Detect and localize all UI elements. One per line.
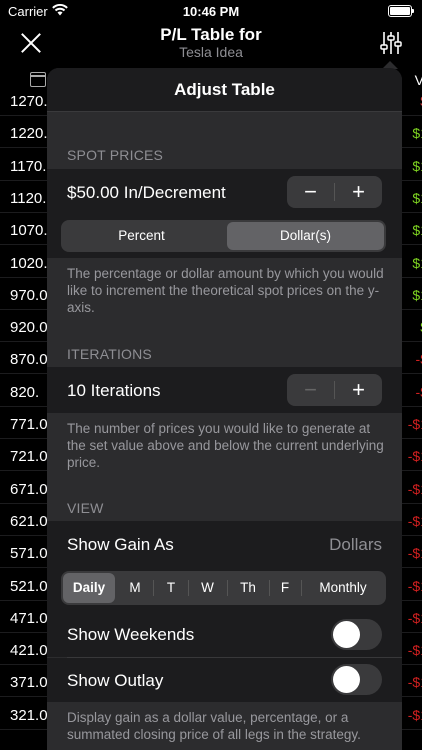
iterations-decrement-button[interactable]: − — [287, 374, 334, 406]
row-price: 421.0 — [10, 642, 48, 660]
row-price: 471.0 — [10, 609, 48, 627]
row-pl: $1 — [412, 125, 422, 142]
row-pl: -$1 — [407, 480, 422, 497]
row-price: 671.0 — [10, 480, 48, 498]
period-wednesday[interactable]: W — [191, 573, 224, 603]
row-price: 920.0 — [10, 319, 48, 337]
status-time: 10:46 PM — [182, 4, 240, 19]
increment-row: $50.00 In/Decrement − + — [47, 169, 402, 216]
row-pl: -$1 — [407, 448, 422, 465]
percent-option[interactable]: Percent — [63, 222, 220, 250]
row-pl: -$1 — [407, 512, 422, 529]
show-weekends-row: Show Weekends — [47, 612, 402, 657]
view-hint: Display gain as a dollar value, percenta… — [67, 710, 361, 742]
spot-prices-hint: The percentage or dollar amount by which… — [67, 266, 384, 315]
panel-title: Adjust Table — [47, 68, 402, 112]
row-pl: -$1 — [407, 674, 422, 691]
row-pl: -$ — [415, 383, 422, 400]
nav-bar: P/L Table for Tesla Idea — [0, 22, 422, 66]
unit-segment-row: Percent Dollar(s) — [47, 216, 402, 258]
row-price: 870.0 — [10, 351, 48, 369]
show-weekends-toggle[interactable] — [331, 619, 382, 650]
period-friday[interactable]: F — [271, 573, 299, 603]
dollars-option[interactable]: Dollar(s) — [227, 222, 384, 250]
increment-button[interactable]: + — [335, 176, 382, 208]
row-price: 1170. — [10, 157, 47, 175]
row-price: 1220. — [10, 125, 48, 143]
row-price: 1270. — [10, 93, 48, 110]
row-price: 1020. — [10, 254, 48, 272]
iterations-heading: ITERATIONS — [67, 346, 152, 362]
iterations-increment-button[interactable]: + — [335, 374, 382, 406]
iterations-row: 10 Iterations − + — [47, 367, 402, 413]
period-thursday[interactable]: Th — [229, 573, 267, 603]
page-subtitle: Tesla Idea — [179, 44, 243, 60]
sliders-icon[interactable] — [380, 31, 402, 55]
period-monthly[interactable]: Monthly — [304, 573, 382, 603]
period-monday[interactable]: M — [119, 573, 151, 603]
row-pl: -$1 — [407, 609, 422, 626]
row-pl: $1 — [412, 157, 422, 174]
row-pl: $1 — [412, 286, 422, 303]
unit-segmented-control: Percent Dollar(s) — [61, 220, 386, 252]
row-pl: -$ — [415, 351, 422, 368]
battery-icon — [388, 5, 414, 17]
row-price: 970.0 — [10, 286, 48, 304]
show-gain-label: Show Gain As — [67, 535, 174, 554]
period-daily[interactable]: Daily — [63, 573, 115, 603]
row-price: 1120. — [10, 189, 47, 207]
show-weekends-label: Show Weekends — [67, 625, 195, 644]
period-tuesday[interactable]: T — [156, 573, 186, 603]
row-price: 771.0 — [10, 416, 48, 433]
decrement-button[interactable]: − — [287, 176, 334, 208]
status-bar: Carrier 10:46 PM — [0, 0, 422, 22]
row-pl: $1 — [412, 189, 422, 206]
row-price: 521.0 — [10, 577, 48, 595]
view-heading: VIEW — [67, 500, 104, 516]
row-price: 321.0 — [10, 706, 48, 724]
increment-stepper: − + — [287, 176, 382, 208]
row-pl: -$1 — [407, 545, 422, 562]
spot-prices-heading: SPOT PRICES — [67, 147, 164, 163]
row-price: 621.0 — [10, 512, 48, 530]
row-pl: -$1 — [407, 577, 422, 594]
show-gain-value[interactable]: Dollars — [329, 535, 382, 555]
show-outlay-toggle[interactable] — [331, 664, 382, 695]
row-price: 721.0 — [10, 448, 48, 466]
row-pl: -$1 — [407, 416, 422, 432]
row-pl: -$1 — [407, 706, 422, 723]
row-pl: $1 — [412, 222, 422, 239]
period-segmented-control: Daily M T W Th F Monthly — [61, 571, 386, 605]
show-outlay-label: Show Outlay — [67, 671, 164, 690]
row-price: 1070. — [10, 222, 48, 240]
row-price: 371.0 — [10, 674, 48, 692]
row-price: 820. — [10, 383, 40, 401]
adjust-table-panel: Adjust Table SPOT PRICES $50.00 In/Decre… — [47, 68, 402, 750]
page-title: P/L Table for — [160, 25, 262, 44]
show-gain-row[interactable]: Show Gain As Dollars — [47, 521, 402, 567]
increment-label: $50.00 In/Decrement — [67, 183, 226, 202]
period-row: Daily M T W Th F Monthly — [47, 567, 402, 612]
show-outlay-row: Show Outlay — [47, 658, 402, 702]
row-pl: $1 — [412, 254, 422, 271]
iterations-label: 10 Iterations — [67, 381, 161, 400]
row-price: 571.0 — [10, 545, 48, 563]
row-pl: -$1 — [407, 642, 422, 659]
iterations-hint: The number of prices you would like to g… — [67, 421, 384, 470]
iterations-stepper: − + — [287, 374, 382, 406]
